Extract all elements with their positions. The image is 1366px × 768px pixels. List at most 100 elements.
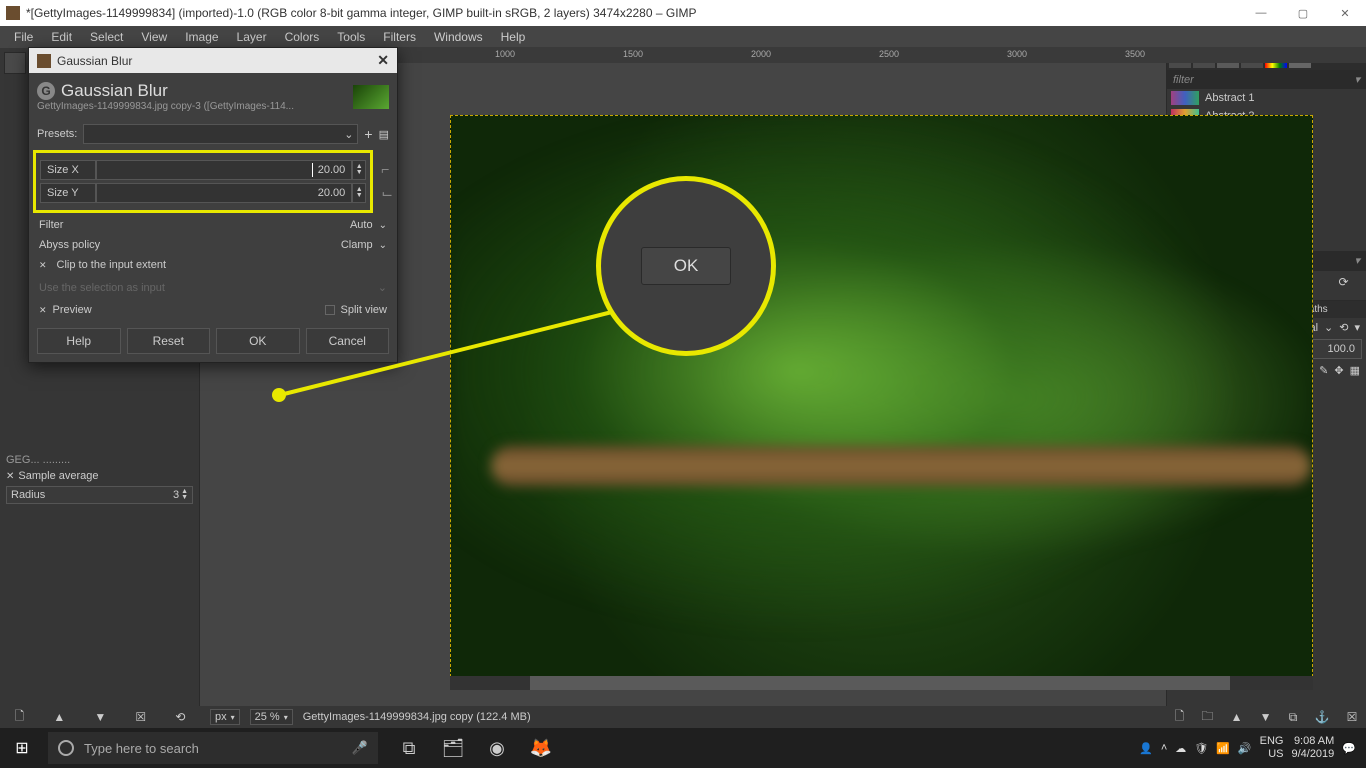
lock-alpha-icon[interactable]: ▦ <box>1350 364 1360 377</box>
menu-image[interactable]: Image <box>177 28 226 46</box>
menu-colors[interactable]: Colors <box>277 28 328 46</box>
wifi-icon[interactable]: 📶 <box>1216 742 1230 755</box>
start-button[interactable]: ⊞ <box>0 728 44 768</box>
task-view-icon[interactable]: ⧉ <box>388 728 430 768</box>
raise-layer-icon[interactable]: ▲ <box>1231 710 1243 724</box>
menu-file[interactable]: File <box>6 28 41 46</box>
footer-icon[interactable]: ▼ <box>94 710 106 724</box>
zoom-selector[interactable]: 25 % ▾ <box>250 709 293 725</box>
footer-icon[interactable]: ▲ <box>53 710 65 724</box>
radius-value[interactable]: 3 <box>173 489 179 501</box>
menu-select[interactable]: Select <box>82 28 131 46</box>
gradient-name: Abstract 1 <box>1205 92 1255 104</box>
abyss-value[interactable]: Clamp <box>341 239 373 251</box>
minimize-button[interactable]: — <box>1240 0 1282 26</box>
preview-checkbox-row[interactable]: ✕ Preview <box>39 304 92 316</box>
checkbox-unchecked-icon <box>325 305 335 315</box>
file-info: GettyImages-1149999834.jpg copy (122.4 M… <box>303 711 531 723</box>
manage-presets-icon[interactable]: ▤ <box>379 128 389 141</box>
radius-spinner[interactable]: ▲▼ <box>181 489 188 501</box>
menu-edit[interactable]: Edit <box>43 28 80 46</box>
system-tray: 👤 ˄ ☁ 🛡 📶 🔊 ENG US 9:08 AM 9/4/2019 💬 <box>1129 735 1366 761</box>
tray-chevron-icon[interactable]: ˄ <box>1161 742 1167 754</box>
opacity-value[interactable]: 100.0 <box>1327 343 1355 355</box>
splitview-checkbox-row[interactable]: Split view <box>325 304 387 316</box>
windows-taskbar: ⊞ Type here to search 🎤 ⧉ 🗂 ◉ 🦊 👤 ˄ ☁ 🛡 … <box>0 728 1366 768</box>
people-icon[interactable]: 👤 <box>1139 742 1153 755</box>
size-y-input[interactable]: 20.00 <box>96 183 352 203</box>
chevron-down-icon[interactable]: ⌄ <box>379 240 387 251</box>
gimp-logo-icon: G <box>37 82 55 100</box>
duplicate-layer-icon[interactable]: ⧉ <box>1289 710 1298 725</box>
lang-region[interactable]: US <box>1268 748 1283 760</box>
chrome-icon[interactable]: ◉ <box>476 728 518 768</box>
anchor-layer-icon[interactable]: ⚓ <box>1314 710 1329 724</box>
filter-value[interactable]: Auto <box>350 219 373 231</box>
notifications-icon[interactable]: 💬 <box>1342 742 1356 755</box>
tool-icon[interactable] <box>4 52 26 74</box>
tool-options-title: Sample average <box>18 470 98 482</box>
add-preset-icon[interactable]: + <box>364 126 372 142</box>
size-x-input[interactable]: 20.00 <box>96 160 352 180</box>
reset-button[interactable]: Reset <box>127 328 211 354</box>
new-layer-icon[interactable]: 🗋 <box>1175 707 1185 728</box>
window-title: *[GettyImages-1149999834] (imported)-1.0… <box>26 6 697 20</box>
chevron-down-icon[interactable]: ⌄ <box>379 220 387 231</box>
size-x-spinner[interactable]: ▲▼ <box>352 160 366 180</box>
menu-filters[interactable]: Filters <box>375 28 424 46</box>
chain-link-bottom-icon[interactable]: ⌙ <box>381 185 393 202</box>
chevron-down-icon[interactable]: ▾ <box>1354 321 1360 334</box>
menu-layer[interactable]: Layer <box>229 28 275 46</box>
footer-icon[interactable]: ⟲ <box>175 710 185 724</box>
lock-pixels-icon[interactable]: ✎ <box>1319 364 1328 377</box>
unit-selector[interactable]: px ▾ <box>210 709 240 725</box>
image-canvas[interactable] <box>450 115 1313 682</box>
dialog-subtitle: GettyImages-1149999834.jpg copy-3 ([Gett… <box>37 101 294 112</box>
taskbar-search[interactable]: Type here to search 🎤 <box>48 732 378 764</box>
file-explorer-icon[interactable]: 🗂 <box>432 728 474 768</box>
close-button[interactable]: ✕ <box>1324 0 1366 26</box>
presets-dropdown[interactable]: ⌄ <box>83 124 358 144</box>
clip-checkbox-row[interactable]: Clip to the input extent <box>29 255 397 275</box>
help-button[interactable]: Help <box>37 328 121 354</box>
volume-icon[interactable]: 🔊 <box>1238 742 1252 755</box>
lower-layer-icon[interactable]: ▼ <box>1260 710 1272 724</box>
checkbox-checked-icon: ✕ <box>39 305 47 316</box>
menu-help[interactable]: Help <box>493 28 534 46</box>
layer-group-icon[interactable]: 🗀 <box>1201 707 1213 728</box>
cancel-button[interactable]: Cancel <box>306 328 390 354</box>
footer-icon[interactable]: ☒ <box>135 710 146 724</box>
filter-input[interactable]: filter▾ <box>1167 70 1366 89</box>
chain-link-top-icon[interactable]: ⌐ <box>381 161 393 177</box>
lang-code[interactable]: ENG <box>1260 735 1284 747</box>
search-placeholder: Type here to search <box>84 741 199 756</box>
gimp-taskbar-icon[interactable]: 🦊 <box>520 728 562 768</box>
delete-layer-icon[interactable]: ☒ <box>1347 710 1358 724</box>
mic-icon[interactable]: 🎤 <box>352 740 368 756</box>
refresh-gradient-icon[interactable]: ⟳ <box>1339 275 1349 296</box>
menu-windows[interactable]: Windows <box>426 28 491 46</box>
close-icon[interactable]: ✕ <box>6 471 14 482</box>
dialog-close-button[interactable]: ✕ <box>377 52 389 69</box>
footer-icon[interactable]: 🗋 <box>15 707 25 728</box>
reset-mode-icon[interactable]: ⟲ <box>1339 321 1348 334</box>
horizontal-scrollbar[interactable] <box>450 676 1313 690</box>
maximize-button[interactable]: ▢ <box>1282 0 1324 26</box>
gaussian-blur-dialog: Gaussian Blur ✕ GGaussian Blur GettyImag… <box>28 47 398 363</box>
gradient-item[interactable]: Abstract 1 <box>1167 89 1366 107</box>
chevron-down-icon[interactable]: ⌄ <box>1324 321 1333 334</box>
security-icon[interactable]: 🛡 <box>1194 742 1208 755</box>
menu-view[interactable]: View <box>133 28 175 46</box>
size-y-spinner[interactable]: ▲▼ <box>352 183 366 203</box>
clock[interactable]: 9:08 AM 9/4/2019 <box>1291 735 1334 761</box>
tool-options: GEG... ......... ✕Sample average Radius … <box>0 448 199 510</box>
cortana-icon <box>58 740 74 756</box>
menu-tools[interactable]: Tools <box>329 28 373 46</box>
ok-button[interactable]: OK <box>216 328 300 354</box>
size-highlight: Size X 20.00 ▲▼ Size Y 20.00 ▲▼ <box>33 150 373 213</box>
lock-position-icon[interactable]: ✥ <box>1334 364 1343 377</box>
app-icon <box>6 6 20 20</box>
abyss-label: Abyss policy <box>39 239 100 251</box>
dialog-titlebar[interactable]: Gaussian Blur ✕ <box>29 48 397 73</box>
onedrive-icon[interactable]: ☁ <box>1175 742 1186 755</box>
